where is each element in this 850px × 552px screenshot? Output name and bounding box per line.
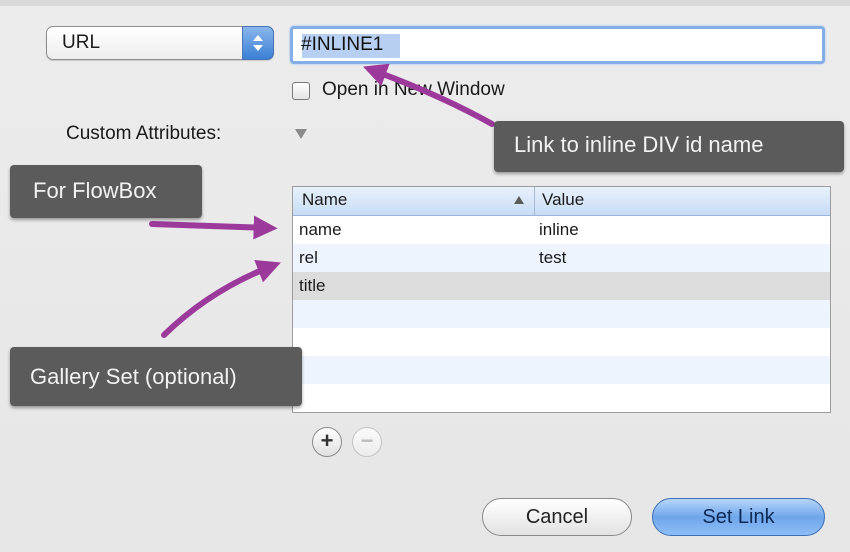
arrow-to-url-field bbox=[362, 63, 495, 127]
arrow-to-rel-row bbox=[161, 260, 281, 338]
link-dialog: URL Open in New Window Custom Attributes… bbox=[0, 0, 850, 552]
callout-flowbox: For FlowBox bbox=[10, 165, 202, 218]
arrow-to-name-row bbox=[149, 215, 278, 240]
annotation-arrows bbox=[149, 63, 495, 338]
callout-link-inline: Link to inline DIV id name bbox=[494, 121, 844, 172]
callout-gallery-set: Gallery Set (optional) bbox=[10, 347, 302, 406]
